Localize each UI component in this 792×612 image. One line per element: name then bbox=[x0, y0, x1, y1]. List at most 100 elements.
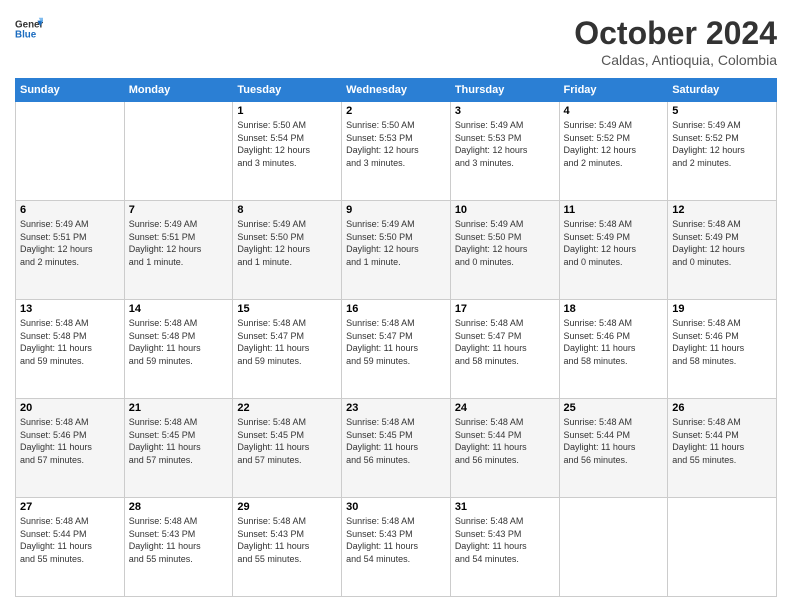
day-info: Sunrise: 5:49 AMSunset: 5:51 PMDaylight:… bbox=[129, 218, 229, 268]
cell-w4-d4: 31 Sunrise: 5:48 AMSunset: 5:43 PMDayligh… bbox=[450, 498, 559, 597]
day-info: Sunrise: 5:48 AMSunset: 5:44 PMDaylight:… bbox=[672, 416, 772, 466]
cell-w1-d5: 11 Sunrise: 5:48 AMSunset: 5:49 PMDayligh… bbox=[559, 201, 668, 300]
day-number: 5 bbox=[672, 105, 772, 117]
day-number: 3 bbox=[455, 105, 555, 117]
cell-w2-d4: 17Sunrise: 5:48 AMSunset: 5:47 PMDayligh… bbox=[450, 300, 559, 399]
day-info: Sunrise: 5:48 AMSunset: 5:44 PMDaylight:… bbox=[455, 416, 555, 466]
day-number: 30 bbox=[346, 501, 446, 513]
day-info: Sunrise: 5:49 AMSunset: 5:50 PMDaylight:… bbox=[346, 218, 446, 268]
cell-w4-d0: 27 Sunrise: 5:48 AMSunset: 5:44 PMDayligh… bbox=[16, 498, 125, 597]
day-number: 17 bbox=[455, 303, 555, 315]
day-info: Sunrise: 5:48 AMSunset: 5:43 PMDaylight:… bbox=[346, 515, 446, 565]
week-row-0: 1 Sunrise: 5:50 AMSunset: 5:54 PMDaylight… bbox=[16, 102, 777, 201]
cell-w1-d3: 9 Sunrise: 5:49 AMSunset: 5:50 PMDaylight… bbox=[342, 201, 451, 300]
month-title: October 2024 bbox=[574, 15, 777, 52]
col-sunday: Sunday bbox=[16, 79, 125, 102]
day-info: Sunrise: 5:49 AMSunset: 5:50 PMDaylight:… bbox=[455, 218, 555, 268]
col-tuesday: Tuesday bbox=[233, 79, 342, 102]
day-info: Sunrise: 5:49 AMSunset: 5:53 PMDaylight:… bbox=[455, 119, 555, 169]
cell-w0-d4: 3 Sunrise: 5:49 AMSunset: 5:53 PMDaylight… bbox=[450, 102, 559, 201]
cell-w0-d3: 2Sunrise: 5:50 AMSunset: 5:53 PMDaylight… bbox=[342, 102, 451, 201]
day-info: Sunrise: 5:48 AMSunset: 5:46 PMDaylight:… bbox=[672, 317, 772, 367]
day-number: 23 bbox=[346, 402, 446, 414]
cell-w2-d6: 19Sunrise: 5:48 AMSunset: 5:46 PMDayligh… bbox=[668, 300, 777, 399]
day-info: Sunrise: 5:48 AMSunset: 5:44 PMDaylight:… bbox=[564, 416, 664, 466]
cell-w3-d6: 26 Sunrise: 5:48 AMSunset: 5:44 PMDayligh… bbox=[668, 399, 777, 498]
day-number: 27 bbox=[20, 501, 120, 513]
cell-w0-d6: 5 Sunrise: 5:49 AMSunset: 5:52 PMDaylight… bbox=[668, 102, 777, 201]
week-row-1: 6Sunrise: 5:49 AMSunset: 5:51 PMDaylight… bbox=[16, 201, 777, 300]
day-number: 24 bbox=[455, 402, 555, 414]
day-info: Sunrise: 5:50 AMSunset: 5:53 PMDaylight:… bbox=[346, 119, 446, 169]
day-info: Sunrise: 5:48 AMSunset: 5:43 PMDaylight:… bbox=[129, 515, 229, 565]
cell-w2-d5: 18 Sunrise: 5:48 AMSunset: 5:46 PMDayligh… bbox=[559, 300, 668, 399]
cell-w2-d2: 15 Sunrise: 5:48 AMSunset: 5:47 PMDayligh… bbox=[233, 300, 342, 399]
day-info: Sunrise: 5:50 AMSunset: 5:54 PMDaylight:… bbox=[237, 119, 337, 169]
week-row-4: 27 Sunrise: 5:48 AMSunset: 5:44 PMDayligh… bbox=[16, 498, 777, 597]
cell-w4-d3: 30 Sunrise: 5:48 AMSunset: 5:43 PMDayligh… bbox=[342, 498, 451, 597]
cell-w2-d3: 16 Sunrise: 5:48 AMSunset: 5:47 PMDayligh… bbox=[342, 300, 451, 399]
cell-w4-d5 bbox=[559, 498, 668, 597]
day-info: Sunrise: 5:48 AMSunset: 5:44 PMDaylight:… bbox=[20, 515, 120, 565]
cell-w4-d2: 29Sunrise: 5:48 AMSunset: 5:43 PMDayligh… bbox=[233, 498, 342, 597]
cell-w3-d1: 21Sunrise: 5:48 AMSunset: 5:45 PMDayligh… bbox=[124, 399, 233, 498]
cell-w0-d1 bbox=[124, 102, 233, 201]
day-info: Sunrise: 5:48 AMSunset: 5:47 PMDaylight:… bbox=[237, 317, 337, 367]
day-info: Sunrise: 5:48 AMSunset: 5:47 PMDaylight:… bbox=[346, 317, 446, 367]
calendar-body: 1 Sunrise: 5:50 AMSunset: 5:54 PMDaylight… bbox=[16, 102, 777, 597]
day-info: Sunrise: 5:48 AMSunset: 5:49 PMDaylight:… bbox=[564, 218, 664, 268]
day-number: 4 bbox=[564, 105, 664, 117]
calendar-header-row: Sunday Monday Tuesday Wednesday Thursday… bbox=[16, 79, 777, 102]
cell-w0-d5: 4 Sunrise: 5:49 AMSunset: 5:52 PMDaylight… bbox=[559, 102, 668, 201]
day-info: Sunrise: 5:48 AMSunset: 5:49 PMDaylight:… bbox=[672, 218, 772, 268]
col-friday: Friday bbox=[559, 79, 668, 102]
day-number: 26 bbox=[672, 402, 772, 414]
day-number: 8 bbox=[237, 204, 337, 216]
cell-w3-d2: 22 Sunrise: 5:48 AMSunset: 5:45 PMDayligh… bbox=[233, 399, 342, 498]
day-info: Sunrise: 5:48 AMSunset: 5:43 PMDaylight:… bbox=[237, 515, 337, 565]
cell-w4-d1: 28 Sunrise: 5:48 AMSunset: 5:43 PMDayligh… bbox=[124, 498, 233, 597]
day-number: 11 bbox=[564, 204, 664, 216]
day-info: Sunrise: 5:48 AMSunset: 5:48 PMDaylight:… bbox=[20, 317, 120, 367]
day-info: Sunrise: 5:48 AMSunset: 5:46 PMDaylight:… bbox=[564, 317, 664, 367]
day-info: Sunrise: 5:49 AMSunset: 5:52 PMDaylight:… bbox=[564, 119, 664, 169]
title-section: October 2024 Caldas, Antioquia, Colombia bbox=[574, 15, 777, 68]
day-number: 1 bbox=[237, 105, 337, 117]
col-saturday: Saturday bbox=[668, 79, 777, 102]
day-info: Sunrise: 5:49 AMSunset: 5:50 PMDaylight:… bbox=[237, 218, 337, 268]
col-thursday: Thursday bbox=[450, 79, 559, 102]
header: General Blue October 2024 Caldas, Antioq… bbox=[15, 15, 777, 68]
week-row-3: 20Sunrise: 5:48 AMSunset: 5:46 PMDayligh… bbox=[16, 399, 777, 498]
day-number: 21 bbox=[129, 402, 229, 414]
page: General Blue October 2024 Caldas, Antioq… bbox=[0, 0, 792, 612]
day-number: 28 bbox=[129, 501, 229, 513]
day-info: Sunrise: 5:49 AMSunset: 5:52 PMDaylight:… bbox=[672, 119, 772, 169]
cell-w2-d1: 14Sunrise: 5:48 AMSunset: 5:48 PMDayligh… bbox=[124, 300, 233, 399]
day-number: 9 bbox=[346, 204, 446, 216]
day-number: 16 bbox=[346, 303, 446, 315]
day-number: 25 bbox=[564, 402, 664, 414]
day-info: Sunrise: 5:48 AMSunset: 5:43 PMDaylight:… bbox=[455, 515, 555, 565]
cell-w3-d4: 24 Sunrise: 5:48 AMSunset: 5:44 PMDayligh… bbox=[450, 399, 559, 498]
day-number: 7 bbox=[129, 204, 229, 216]
cell-w3-d5: 25 Sunrise: 5:48 AMSunset: 5:44 PMDayligh… bbox=[559, 399, 668, 498]
cell-w3-d0: 20Sunrise: 5:48 AMSunset: 5:46 PMDayligh… bbox=[16, 399, 125, 498]
cell-w1-d0: 6Sunrise: 5:49 AMSunset: 5:51 PMDaylight… bbox=[16, 201, 125, 300]
day-number: 31 bbox=[455, 501, 555, 513]
cell-w1-d4: 10Sunrise: 5:49 AMSunset: 5:50 PMDayligh… bbox=[450, 201, 559, 300]
day-number: 12 bbox=[672, 204, 772, 216]
day-number: 13 bbox=[20, 303, 120, 315]
week-row-2: 13 Sunrise: 5:48 AMSunset: 5:48 PMDayligh… bbox=[16, 300, 777, 399]
cell-w1-d6: 12 Sunrise: 5:48 AMSunset: 5:49 PMDayligh… bbox=[668, 201, 777, 300]
day-number: 15 bbox=[237, 303, 337, 315]
location: Caldas, Antioquia, Colombia bbox=[574, 52, 777, 68]
day-number: 18 bbox=[564, 303, 664, 315]
day-number: 22 bbox=[237, 402, 337, 414]
col-monday: Monday bbox=[124, 79, 233, 102]
day-number: 20 bbox=[20, 402, 120, 414]
day-info: Sunrise: 5:48 AMSunset: 5:48 PMDaylight:… bbox=[129, 317, 229, 367]
col-wednesday: Wednesday bbox=[342, 79, 451, 102]
logo-icon: General Blue bbox=[15, 15, 43, 43]
cell-w2-d0: 13 Sunrise: 5:48 AMSunset: 5:48 PMDayligh… bbox=[16, 300, 125, 399]
day-info: Sunrise: 5:48 AMSunset: 5:45 PMDaylight:… bbox=[237, 416, 337, 466]
